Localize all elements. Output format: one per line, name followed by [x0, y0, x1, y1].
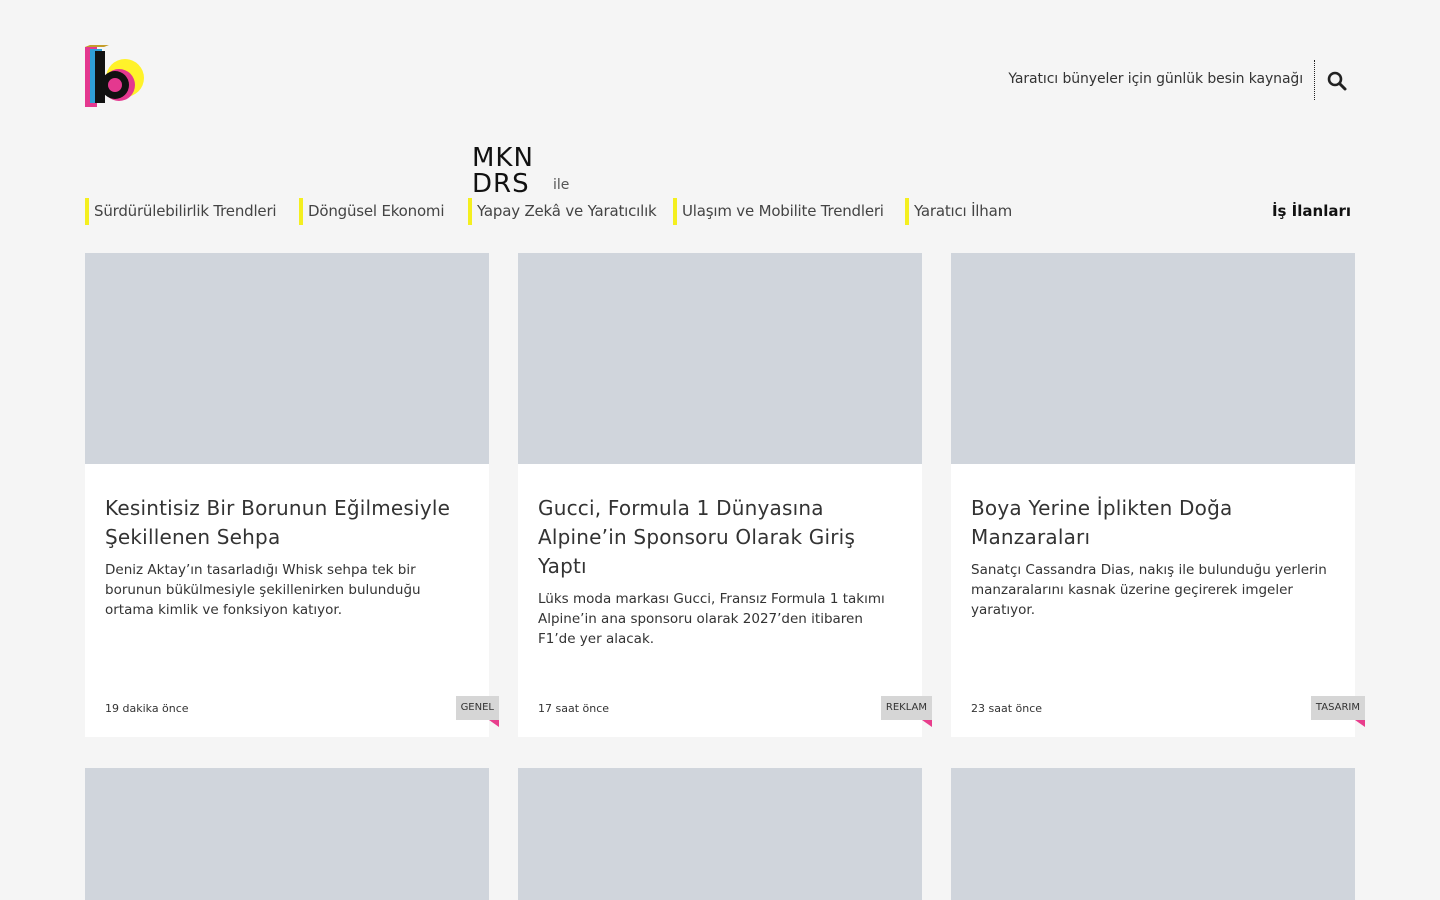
article-time: 23 saat önce: [971, 702, 1043, 715]
article-card[interactable]: Gucci, Formula 1 Dünyasına Alpine’in Spo…: [518, 253, 933, 737]
nav-item-yaratici-ilham[interactable]: Yaratıcı İlham: [905, 198, 1012, 225]
article-title[interactable]: Gucci, Formula 1 Dünyasına Alpine’in Spo…: [538, 494, 902, 581]
article-image[interactable]: [951, 253, 1355, 464]
article-title[interactable]: Boya Yerine İplikten Doğa Manzaraları: [971, 494, 1335, 552]
article-card[interactable]: [518, 768, 922, 900]
article-image[interactable]: [85, 768, 489, 900]
search-icon: [1327, 71, 1347, 91]
nav-item-yapay-zeka[interactable]: Yapay Zekâ ve Yaratıcılık: [468, 198, 657, 225]
site-logo[interactable]: [85, 45, 147, 109]
article-time: 17 saat önce: [538, 702, 610, 715]
article-excerpt: Deniz Aktay’ın tasarladığı Whisk sehpa t…: [105, 562, 421, 618]
article-card[interactable]: Boya Yerine İplikten Doğa Manzaraları Sa…: [951, 253, 1366, 737]
logo-b-icon: [85, 45, 144, 107]
article-title[interactable]: Kesintisiz Bir Borunun Eğilmesiyle Şekil…: [105, 494, 469, 552]
header-divider: [1314, 60, 1315, 100]
nav-item-dongusel-ekonomi[interactable]: Döngüsel Ekonomi: [299, 198, 445, 225]
article-body: Kesintisiz Bir Borunun Eğilmesiyle Şekil…: [85, 464, 500, 737]
article-excerpt: Sanatçı Cassandra Dias, nakış ile bulund…: [971, 562, 1327, 618]
article-image[interactable]: [518, 768, 922, 900]
article-excerpt: Lüks moda markası Gucci, Fransız Formula…: [538, 591, 885, 647]
category-tag[interactable]: GENEL: [455, 696, 500, 727]
article-image[interactable]: [951, 768, 1355, 900]
article-body: Boya Yerine İplikten Doğa Manzaraları Sa…: [951, 464, 1366, 737]
sponsor-suffix: ile: [553, 177, 570, 193]
article-time: 19 dakika önce: [105, 702, 189, 715]
nav-item-surdurulebilirlik[interactable]: Sürdürülebilirlik Trendleri: [85, 198, 277, 225]
jobs-link[interactable]: İş İlanları: [1272, 198, 1351, 225]
category-tag[interactable]: TASARIM: [1310, 696, 1366, 727]
article-body: Gucci, Formula 1 Dünyasına Alpine’in Spo…: [518, 464, 933, 737]
category-tag[interactable]: REKLAM: [880, 696, 933, 727]
article-card[interactable]: [951, 768, 1355, 900]
article-card[interactable]: Kesintisiz Bir Borunun Eğilmesiyle Şekil…: [85, 253, 500, 737]
nav-item-ulasim-mobilite[interactable]: Ulaşım ve Mobilite Trendleri: [673, 198, 884, 225]
article-card[interactable]: [85, 768, 489, 900]
article-image[interactable]: [85, 253, 489, 464]
search-button[interactable]: [1326, 70, 1348, 92]
svg-text:DRS: DRS: [472, 169, 530, 194]
article-image[interactable]: [518, 253, 922, 464]
site-tagline: Yaratıcı bünyeler için günlük besin kayn…: [1008, 71, 1303, 87]
